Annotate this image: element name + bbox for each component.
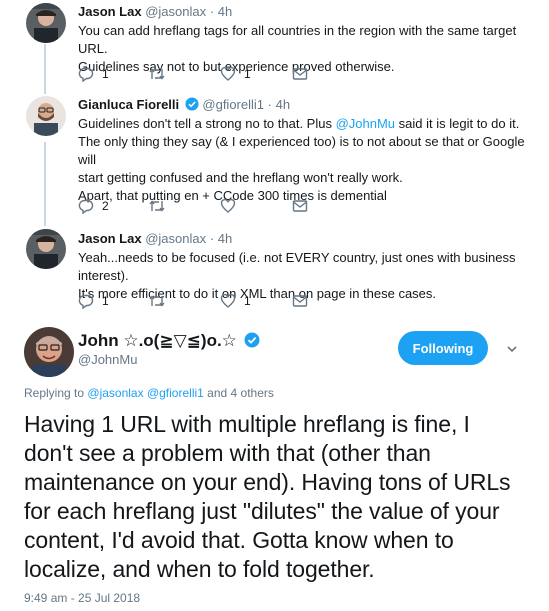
retweet-button[interactable] bbox=[148, 65, 166, 83]
author-handle[interactable]: @gfiorelli1 bbox=[202, 97, 264, 112]
separator: · bbox=[209, 4, 215, 19]
separator: · bbox=[267, 97, 272, 112]
retweet-button[interactable] bbox=[148, 197, 166, 215]
direct-message-button[interactable] bbox=[292, 197, 308, 215]
direct-message-button[interactable] bbox=[292, 292, 308, 310]
like-icon bbox=[220, 198, 236, 214]
tweet-header: Jason Lax @jasonlax · 4h bbox=[78, 3, 538, 21]
author-name[interactable]: John ☆.o(≧▽≦)o.☆ bbox=[78, 331, 260, 351]
tweet-line: Guidelines don't tell a strong no to tha… bbox=[78, 115, 538, 133]
reply-count: 2 bbox=[102, 199, 109, 213]
like-button[interactable]: 1 bbox=[220, 292, 251, 310]
tweet-text: Having 1 URL with multiple hreflang is f… bbox=[24, 411, 511, 582]
text-fragment: Guidelines don't tell a strong no to tha… bbox=[78, 116, 336, 131]
tweet-actions: 1 1 bbox=[78, 292, 338, 310]
like-icon bbox=[220, 293, 236, 309]
tweet-line: start getting confused and the hreflang … bbox=[78, 170, 403, 185]
avatar[interactable] bbox=[26, 229, 66, 269]
tweet-header: Gianluca Fiorelli @gfiorelli1 · 4h bbox=[78, 96, 538, 114]
author-name[interactable]: Jason Lax bbox=[78, 4, 142, 19]
author-name[interactable]: Jason Lax bbox=[78, 231, 142, 246]
tweet-line: You can add hreflang tags for all countr… bbox=[78, 23, 517, 56]
replying-prefix: Replying to bbox=[24, 386, 85, 400]
tweet-header: Jason Lax @jasonlax · 4h bbox=[78, 230, 538, 248]
reply-button[interactable]: 1 bbox=[78, 292, 109, 310]
tweet-text: Guidelines don't tell a strong no to tha… bbox=[78, 115, 538, 205]
reply-icon bbox=[78, 293, 94, 309]
replying-suffix[interactable]: and 4 others bbox=[207, 386, 274, 400]
retweet-button[interactable] bbox=[148, 292, 166, 310]
reply-count: 1 bbox=[102, 294, 109, 308]
text-fragment: said it is legit to do it. bbox=[395, 116, 520, 131]
verified-badge-icon bbox=[244, 332, 260, 348]
reply-count: 1 bbox=[102, 67, 109, 81]
replying-to: Replying to @jasonlax @gfiorelli1 and 4 … bbox=[24, 386, 274, 400]
author-handle[interactable]: @jasonlax bbox=[145, 4, 206, 19]
retweet-icon bbox=[148, 293, 166, 309]
like-count: 1 bbox=[244, 294, 251, 308]
like-button[interactable]: 1 bbox=[220, 65, 251, 83]
direct-message-icon bbox=[292, 198, 308, 214]
tweet-actions: 2 bbox=[78, 197, 338, 215]
separator: · bbox=[209, 231, 215, 246]
retweet-icon bbox=[148, 198, 166, 214]
like-button[interactable] bbox=[220, 197, 236, 215]
author-handle[interactable]: @JohnMu bbox=[78, 352, 137, 367]
tweet-time[interactable]: 4h bbox=[218, 231, 232, 246]
mention-link[interactable]: @jasonlax bbox=[87, 386, 143, 400]
like-icon bbox=[220, 66, 236, 82]
direct-message-icon bbox=[292, 293, 308, 309]
author-name-text: John ☆.o(≧▽≦)o.☆ bbox=[78, 331, 237, 350]
avatar[interactable] bbox=[26, 3, 66, 43]
reply-icon bbox=[78, 66, 94, 82]
tweet-line: The only thing they say (& I experienced… bbox=[78, 134, 525, 167]
mention-link[interactable]: @gfiorelli1 bbox=[147, 386, 204, 400]
tweet-line: Yeah...needs to be focused (i.e. not EVE… bbox=[78, 250, 516, 283]
tweet-time[interactable]: 4h bbox=[218, 4, 232, 19]
retweet-icon bbox=[148, 66, 166, 82]
reply-button[interactable]: 2 bbox=[78, 197, 109, 215]
following-button[interactable]: Following bbox=[398, 331, 488, 365]
author-name[interactable]: Gianluca Fiorelli bbox=[78, 97, 179, 112]
direct-message-icon bbox=[292, 66, 308, 82]
avatar[interactable] bbox=[26, 96, 66, 136]
avatar[interactable] bbox=[24, 327, 74, 377]
like-count: 1 bbox=[244, 67, 251, 81]
tweet-timestamp[interactable]: 9:49 am - 25 Jul 2018 bbox=[24, 591, 140, 605]
reply-icon bbox=[78, 198, 94, 214]
author-handle[interactable]: @jasonlax bbox=[145, 231, 206, 246]
mention-link[interactable]: @JohnMu bbox=[336, 116, 395, 131]
tweet-actions: 1 1 bbox=[78, 65, 338, 83]
verified-badge-icon bbox=[185, 97, 199, 111]
tweet-time[interactable]: 4h bbox=[276, 97, 290, 112]
reply-button[interactable]: 1 bbox=[78, 65, 109, 83]
direct-message-button[interactable] bbox=[292, 65, 308, 83]
chevron-down-icon[interactable] bbox=[505, 342, 519, 356]
